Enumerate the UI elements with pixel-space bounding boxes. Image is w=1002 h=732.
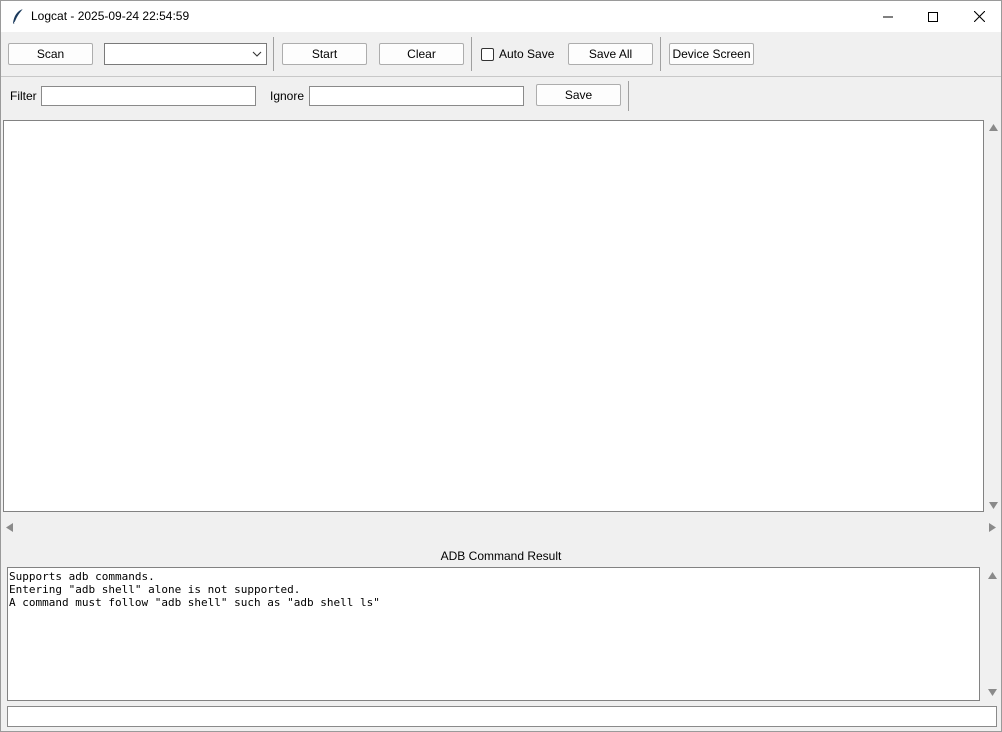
close-icon (973, 11, 985, 22)
filter-separator (628, 81, 629, 111)
log-horizontal-scrollbar[interactable] (3, 518, 999, 536)
adb-command-input[interactable] (7, 706, 997, 727)
auto-save-checkbox[interactable] (481, 48, 494, 61)
scroll-down-arrow-icon[interactable] (989, 502, 998, 509)
title-bar[interactable]: Logcat - 2025-09-24 22:54:59 (1, 1, 1001, 32)
filter-input[interactable] (41, 86, 256, 106)
scroll-right-arrow-icon[interactable] (989, 523, 996, 532)
start-button[interactable]: Start (282, 43, 367, 65)
device-select[interactable] (104, 43, 267, 65)
ignore-label: Ignore (270, 89, 305, 103)
log-vertical-scrollbar[interactable] (986, 120, 1001, 512)
toolbar-separator (660, 37, 661, 71)
adb-result-area[interactable]: Supports adb commands. Entering "adb she… (7, 567, 980, 701)
window-title: Logcat - 2025-09-24 22:54:59 (31, 9, 190, 23)
filter-bar: Filter Ignore Save (1, 78, 1001, 118)
scroll-down-arrow-icon[interactable] (988, 689, 997, 696)
scan-button[interactable]: Scan (8, 43, 93, 65)
result-vertical-scrollbar[interactable] (984, 567, 1000, 701)
device-screen-button[interactable]: Device Screen (669, 43, 754, 65)
ignore-input[interactable] (309, 86, 524, 106)
log-output-area[interactable] (3, 120, 984, 512)
adb-result-title: ADB Command Result (440, 549, 562, 563)
maximize-button[interactable] (910, 1, 956, 32)
main-toolbar: Scan Start Clear Auto Save Save All Devi… (1, 32, 1001, 77)
result-line: A command must follow "adb shell" such a… (9, 596, 380, 609)
filter-label: Filter (10, 89, 37, 103)
scroll-left-arrow-icon[interactable] (6, 523, 13, 532)
clear-button[interactable]: Clear (379, 43, 464, 65)
save-filter-button[interactable]: Save (536, 84, 621, 106)
minimize-icon (883, 16, 893, 17)
save-all-button[interactable]: Save All (568, 43, 653, 65)
toolbar-separator (471, 37, 472, 71)
maximize-icon (928, 11, 938, 22)
scroll-up-arrow-icon[interactable] (988, 572, 997, 579)
close-button[interactable] (956, 1, 1002, 32)
toolbar-separator (273, 37, 274, 71)
result-line: Entering "adb shell" alone is not suppor… (9, 583, 301, 596)
result-line: Supports adb commands. (9, 570, 155, 583)
scroll-up-arrow-icon[interactable] (989, 124, 998, 131)
logcat-window: Logcat - 2025-09-24 22:54:59 Scan Start … (0, 0, 1002, 732)
feather-icon (13, 8, 24, 24)
chevron-down-icon (252, 51, 262, 57)
minimize-button[interactable] (865, 1, 911, 32)
auto-save-label[interactable]: Auto Save (499, 47, 554, 61)
